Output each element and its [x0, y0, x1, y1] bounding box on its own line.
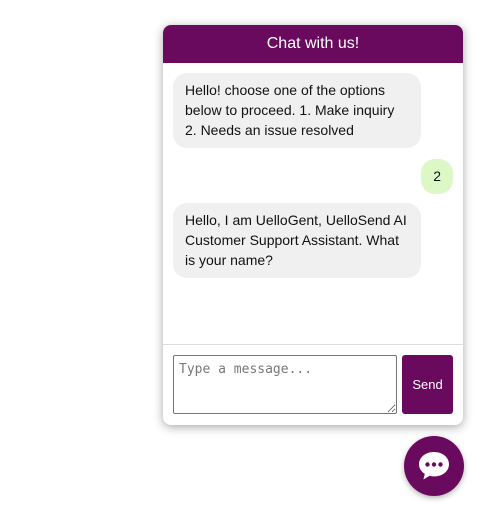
chat-window: Chat with us! Hello! choose one of the o…	[163, 25, 463, 425]
message-input[interactable]	[173, 355, 397, 414]
chat-bubble-icon	[419, 452, 449, 480]
send-button[interactable]: Send	[402, 355, 453, 414]
chat-header: Chat with us!	[163, 25, 463, 63]
bot-message: Hello! choose one of the options below t…	[173, 73, 421, 148]
composer-divider	[163, 344, 463, 345]
chat-title: Chat with us!	[266, 35, 360, 52]
message-list[interactable]: Hello! choose one of the options below t…	[163, 63, 463, 344]
chat-launcher-button[interactable]	[404, 436, 464, 496]
bot-message: Hello, I am UelloGent, UelloSend AI Cust…	[173, 203, 421, 278]
user-message: 2	[421, 159, 453, 194]
